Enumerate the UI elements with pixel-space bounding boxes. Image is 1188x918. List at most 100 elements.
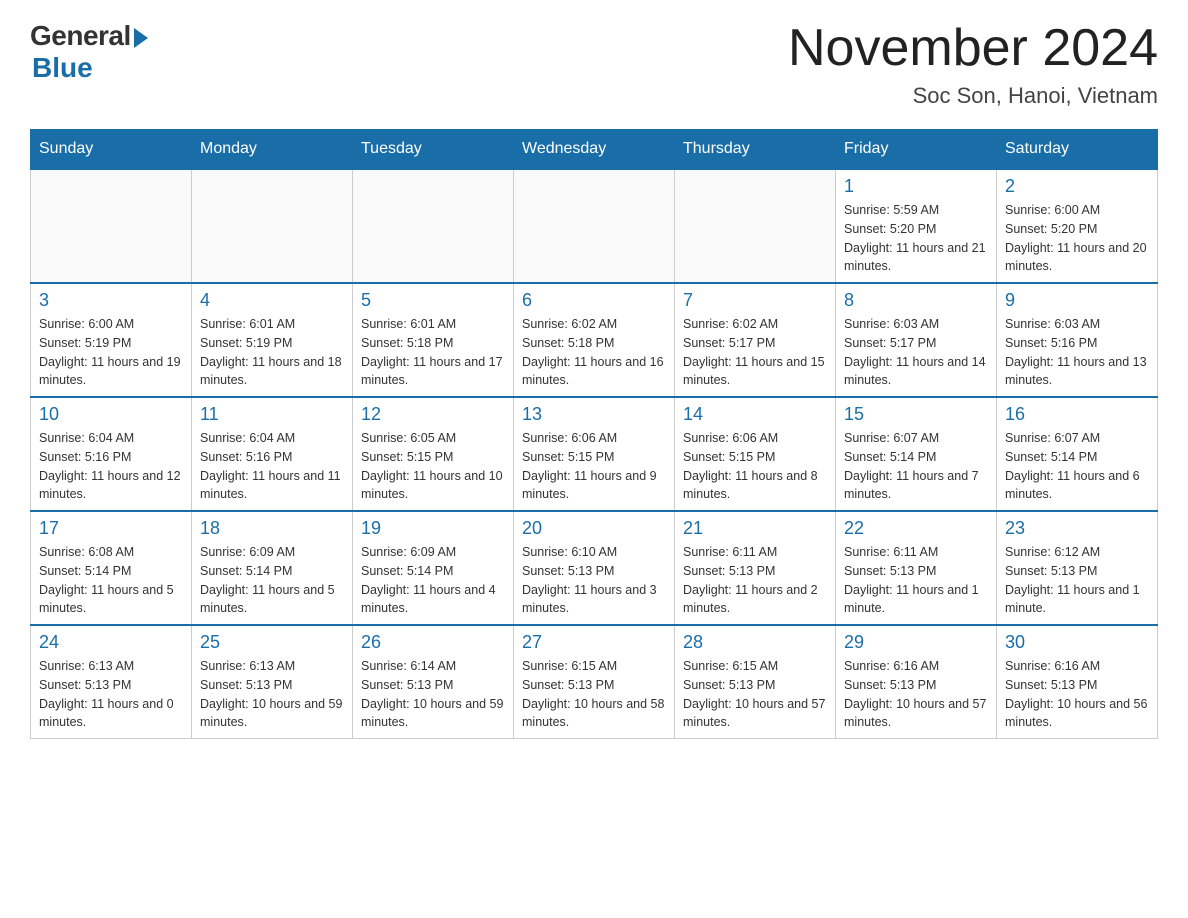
calendar-weekday-header: Sunday bbox=[31, 130, 192, 170]
day-info: Sunrise: 6:12 AMSunset: 5:13 PMDaylight:… bbox=[1005, 543, 1149, 618]
calendar-day-cell: 20Sunrise: 6:10 AMSunset: 5:13 PMDayligh… bbox=[514, 511, 675, 625]
calendar-day-cell: 9 Sunrise: 6:03 AMSunset: 5:16 PMDaylight… bbox=[997, 283, 1158, 397]
day-number: 7 bbox=[683, 290, 827, 311]
day-info: Sunrise: 6:16 AMSunset: 5:13 PMDaylight:… bbox=[844, 657, 988, 732]
day-number: 8 bbox=[844, 290, 988, 311]
calendar-weekday-header: Saturday bbox=[997, 130, 1158, 170]
calendar-day-cell: 15 Sunrise: 6:07 AMSunset: 5:14 PMDayligh… bbox=[836, 397, 997, 511]
day-number: 14 bbox=[683, 404, 827, 425]
day-number: 5 bbox=[361, 290, 505, 311]
calendar-table: SundayMondayTuesdayWednesdayThursdayFrid… bbox=[30, 129, 1158, 739]
calendar-day-cell: 5 Sunrise: 6:01 AMSunset: 5:18 PMDaylight… bbox=[353, 283, 514, 397]
calendar-day-cell: 26 Sunrise: 6:14 AMSunset: 5:13 PMDayligh… bbox=[353, 625, 514, 739]
day-info: Sunrise: 6:07 AMSunset: 5:14 PMDaylight:… bbox=[1005, 429, 1149, 504]
calendar-day-cell bbox=[192, 169, 353, 283]
day-info: Sunrise: 6:01 AMSunset: 5:19 PMDaylight:… bbox=[200, 315, 344, 390]
calendar-day-cell: 2Sunrise: 6:00 AMSunset: 5:20 PMDaylight… bbox=[997, 169, 1158, 283]
logo-blue-text: Blue bbox=[32, 52, 93, 84]
calendar-day-cell: 25 Sunrise: 6:13 AMSunset: 5:13 PMDayligh… bbox=[192, 625, 353, 739]
day-number: 23 bbox=[1005, 518, 1149, 539]
day-number: 19 bbox=[361, 518, 505, 539]
day-info: Sunrise: 6:15 AMSunset: 5:13 PMDaylight:… bbox=[522, 657, 666, 732]
calendar-day-cell: 4Sunrise: 6:01 AMSunset: 5:19 PMDaylight… bbox=[192, 283, 353, 397]
calendar-day-cell: 30 Sunrise: 6:16 AMSunset: 5:13 PMDayligh… bbox=[997, 625, 1158, 739]
day-info: Sunrise: 5:59 AMSunset: 5:20 PMDaylight:… bbox=[844, 201, 988, 276]
day-number: 29 bbox=[844, 632, 988, 653]
day-info: Sunrise: 6:09 AMSunset: 5:14 PMDaylight:… bbox=[361, 543, 505, 618]
calendar-day-cell bbox=[31, 169, 192, 283]
day-info: Sunrise: 6:14 AMSunset: 5:13 PMDaylight:… bbox=[361, 657, 505, 732]
day-number: 26 bbox=[361, 632, 505, 653]
calendar-weekday-header: Thursday bbox=[675, 130, 836, 170]
calendar-weekday-header: Monday bbox=[192, 130, 353, 170]
day-number: 1 bbox=[844, 176, 988, 197]
calendar-day-cell bbox=[675, 169, 836, 283]
calendar-day-cell: 14Sunrise: 6:06 AMSunset: 5:15 PMDayligh… bbox=[675, 397, 836, 511]
calendar-week-row: 17Sunrise: 6:08 AMSunset: 5:14 PMDayligh… bbox=[31, 511, 1158, 625]
day-info: Sunrise: 6:06 AMSunset: 5:15 PMDaylight:… bbox=[522, 429, 666, 504]
day-number: 24 bbox=[39, 632, 183, 653]
logo-arrow-icon bbox=[134, 28, 148, 48]
calendar-weekday-header: Wednesday bbox=[514, 130, 675, 170]
location-subtitle: Soc Son, Hanoi, Vietnam bbox=[788, 83, 1158, 109]
day-info: Sunrise: 6:09 AMSunset: 5:14 PMDaylight:… bbox=[200, 543, 344, 618]
calendar-day-cell: 11Sunrise: 6:04 AMSunset: 5:16 PMDayligh… bbox=[192, 397, 353, 511]
day-number: 30 bbox=[1005, 632, 1149, 653]
day-number: 28 bbox=[683, 632, 827, 653]
calendar-week-row: 10 Sunrise: 6:04 AMSunset: 5:16 PMDayligh… bbox=[31, 397, 1158, 511]
day-number: 22 bbox=[844, 518, 988, 539]
calendar-day-cell bbox=[353, 169, 514, 283]
calendar-day-cell: 7 Sunrise: 6:02 AMSunset: 5:17 PMDaylight… bbox=[675, 283, 836, 397]
calendar-weekday-header: Tuesday bbox=[353, 130, 514, 170]
calendar-day-cell: 10 Sunrise: 6:04 AMSunset: 5:16 PMDayligh… bbox=[31, 397, 192, 511]
calendar-week-row: 1 Sunrise: 5:59 AMSunset: 5:20 PMDaylight… bbox=[31, 169, 1158, 283]
day-number: 15 bbox=[844, 404, 988, 425]
calendar-week-row: 3Sunrise: 6:00 AMSunset: 5:19 PMDaylight… bbox=[31, 283, 1158, 397]
day-number: 16 bbox=[1005, 404, 1149, 425]
calendar-day-cell: 12Sunrise: 6:05 AMSunset: 5:15 PMDayligh… bbox=[353, 397, 514, 511]
day-info: Sunrise: 6:02 AMSunset: 5:17 PMDaylight:… bbox=[683, 315, 827, 390]
day-info: Sunrise: 6:00 AMSunset: 5:19 PMDaylight:… bbox=[39, 315, 183, 390]
calendar-day-cell: 23 Sunrise: 6:12 AMSunset: 5:13 PMDayligh… bbox=[997, 511, 1158, 625]
calendar-day-cell: 29 Sunrise: 6:16 AMSunset: 5:13 PMDayligh… bbox=[836, 625, 997, 739]
day-number: 18 bbox=[200, 518, 344, 539]
day-number: 25 bbox=[200, 632, 344, 653]
day-info: Sunrise: 6:13 AMSunset: 5:13 PMDaylight:… bbox=[200, 657, 344, 732]
day-info: Sunrise: 6:03 AMSunset: 5:16 PMDaylight:… bbox=[1005, 315, 1149, 390]
day-number: 9 bbox=[1005, 290, 1149, 311]
day-info: Sunrise: 6:13 AMSunset: 5:13 PMDaylight:… bbox=[39, 657, 183, 732]
day-info: Sunrise: 6:04 AMSunset: 5:16 PMDaylight:… bbox=[39, 429, 183, 504]
calendar-day-cell: 19 Sunrise: 6:09 AMSunset: 5:14 PMDayligh… bbox=[353, 511, 514, 625]
day-number: 10 bbox=[39, 404, 183, 425]
calendar-day-cell: 24 Sunrise: 6:13 AMSunset: 5:13 PMDayligh… bbox=[31, 625, 192, 739]
day-info: Sunrise: 6:11 AMSunset: 5:13 PMDaylight:… bbox=[683, 543, 827, 618]
day-info: Sunrise: 6:01 AMSunset: 5:18 PMDaylight:… bbox=[361, 315, 505, 390]
calendar-weekday-header: Friday bbox=[836, 130, 997, 170]
day-info: Sunrise: 6:07 AMSunset: 5:14 PMDaylight:… bbox=[844, 429, 988, 504]
calendar-week-row: 24 Sunrise: 6:13 AMSunset: 5:13 PMDayligh… bbox=[31, 625, 1158, 739]
day-info: Sunrise: 6:03 AMSunset: 5:17 PMDaylight:… bbox=[844, 315, 988, 390]
day-info: Sunrise: 6:02 AMSunset: 5:18 PMDaylight:… bbox=[522, 315, 666, 390]
logo: General Blue bbox=[30, 20, 148, 84]
calendar-day-cell bbox=[514, 169, 675, 283]
day-info: Sunrise: 6:16 AMSunset: 5:13 PMDaylight:… bbox=[1005, 657, 1149, 732]
day-number: 2 bbox=[1005, 176, 1149, 197]
calendar-day-cell: 3Sunrise: 6:00 AMSunset: 5:19 PMDaylight… bbox=[31, 283, 192, 397]
logo-general-text: General bbox=[30, 20, 131, 52]
calendar-header-row: SundayMondayTuesdayWednesdayThursdayFrid… bbox=[31, 130, 1158, 170]
day-info: Sunrise: 6:05 AMSunset: 5:15 PMDaylight:… bbox=[361, 429, 505, 504]
day-info: Sunrise: 6:10 AMSunset: 5:13 PMDaylight:… bbox=[522, 543, 666, 618]
calendar-day-cell: 27 Sunrise: 6:15 AMSunset: 5:13 PMDayligh… bbox=[514, 625, 675, 739]
calendar-day-cell: 22Sunrise: 6:11 AMSunset: 5:13 PMDayligh… bbox=[836, 511, 997, 625]
day-number: 27 bbox=[522, 632, 666, 653]
day-number: 17 bbox=[39, 518, 183, 539]
calendar-day-cell: 21Sunrise: 6:11 AMSunset: 5:13 PMDayligh… bbox=[675, 511, 836, 625]
calendar-day-cell: 16 Sunrise: 6:07 AMSunset: 5:14 PMDayligh… bbox=[997, 397, 1158, 511]
calendar-day-cell: 28Sunrise: 6:15 AMSunset: 5:13 PMDayligh… bbox=[675, 625, 836, 739]
calendar-day-cell: 6 Sunrise: 6:02 AMSunset: 5:18 PMDaylight… bbox=[514, 283, 675, 397]
day-number: 11 bbox=[200, 404, 344, 425]
calendar-day-cell: 18 Sunrise: 6:09 AMSunset: 5:14 PMDayligh… bbox=[192, 511, 353, 625]
page-header: General Blue November 2024 Soc Son, Hano… bbox=[30, 20, 1158, 109]
calendar-day-cell: 13Sunrise: 6:06 AMSunset: 5:15 PMDayligh… bbox=[514, 397, 675, 511]
day-number: 6 bbox=[522, 290, 666, 311]
